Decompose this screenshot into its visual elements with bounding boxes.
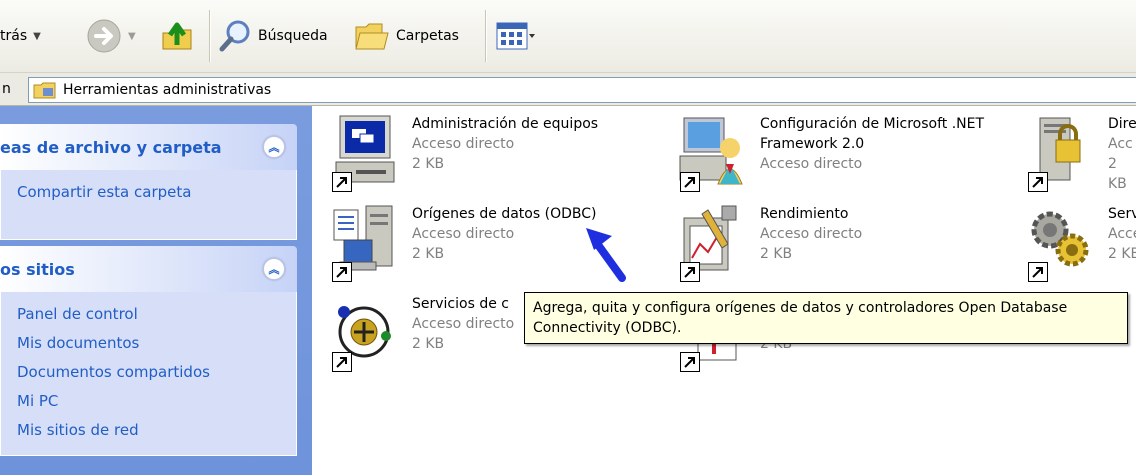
item-size: 2 KB (412, 156, 445, 172)
shortcut-arrow-icon (332, 352, 352, 372)
collapse-icon[interactable]: ︽ (263, 136, 285, 158)
share-folder-link[interactable]: Compartir esta carpeta (1, 178, 296, 207)
tooltip-line1: Agrega, quita y configura orígenes de da… (533, 300, 1068, 316)
panel-body: Compartir esta carpeta (0, 170, 297, 240)
item-size: 2 KB (412, 336, 445, 352)
views-button[interactable] (496, 18, 536, 54)
search-label: Búsqueda (258, 28, 328, 44)
file-list: Administración de equipos Acceso directo… (312, 106, 1136, 475)
annotation-arrow-icon (586, 228, 626, 282)
list-item[interactable]: Dire Acc 2 KB (1026, 114, 1136, 196)
task-pane: eas de archivo y carpeta ︽ Compartir est… (0, 106, 312, 475)
address-bar: n Herramientas administrativas (0, 73, 1136, 106)
item-name-line2: Framework 2.0 (760, 136, 865, 152)
item-name: Administración de equipos (412, 116, 599, 132)
item-name: Rendimiento (760, 206, 849, 222)
shortcut-arrow-icon (1028, 262, 1048, 282)
back-label: trás (0, 28, 28, 44)
shortcut-arrow-icon (680, 262, 700, 282)
item-type: Acceso directo (412, 226, 515, 242)
back-button[interactable]: trás ▼ (0, 18, 41, 54)
sidebar-link-network-places[interactable]: Mis sitios de red (1, 416, 296, 445)
address-path: Herramientas administrativas (63, 82, 272, 98)
shortcut-arrow-icon (680, 352, 700, 372)
list-item[interactable]: Serv Acce 2 KB (1026, 204, 1136, 286)
views-icon (496, 22, 535, 50)
item-name: Dire (1108, 116, 1136, 132)
tooltip: Agrega, quita y configura orígenes de da… (524, 292, 1128, 344)
forward-button[interactable]: ▼ (86, 18, 136, 54)
panel-title: os sitios (0, 260, 75, 279)
item-type: Acceso directo (412, 316, 515, 332)
item-size: 2 KB (1108, 246, 1136, 262)
address-label: n (2, 81, 11, 97)
item-name: Orígenes de datos (ODBC) (412, 206, 597, 222)
shortcut-arrow-icon (1028, 172, 1048, 192)
shortcut-arrow-icon (680, 172, 700, 192)
item-type: Acceso directo (760, 226, 863, 242)
up-folder-button[interactable] (160, 18, 194, 54)
sidebar-link-control-panel[interactable]: Panel de control (1, 300, 296, 329)
item-size: 2 KB (1108, 156, 1127, 192)
up-folder-icon (162, 22, 192, 50)
list-item[interactable]: Administración de equipos Acceso directo… (330, 114, 650, 196)
item-name: Servicios de c (412, 296, 509, 312)
item-size: 2 KB (760, 246, 793, 262)
chevron-down-icon[interactable]: ▼ (128, 31, 136, 42)
address-field[interactable]: Herramientas administrativas (28, 77, 1136, 103)
list-item[interactable]: Rendimiento Acceso directo 2 KB (678, 204, 998, 286)
panel-body: Panel de control Mis documentos Document… (0, 292, 297, 456)
other-places-panel: os sitios ︽ Panel de control Mis documen… (0, 246, 297, 456)
shortcut-arrow-icon (332, 172, 352, 192)
folders-icon (355, 23, 389, 50)
shortcut-arrow-icon (332, 262, 352, 282)
panel-header[interactable]: os sitios ︽ (0, 246, 297, 292)
folders-label: Carpetas (396, 28, 459, 44)
panel-header[interactable]: eas de archivo y carpeta ︽ (0, 124, 297, 170)
sidebar-link-my-computer[interactable]: Mi PC (1, 387, 296, 416)
search-icon (219, 20, 250, 52)
item-name: Configuración de Microsoft .NET (760, 116, 985, 132)
sidebar-link-shared-documents[interactable]: Documentos compartidos (1, 358, 296, 387)
collapse-icon[interactable]: ︽ (263, 258, 285, 280)
forward-arrow-icon (87, 19, 121, 53)
file-folder-tasks-panel: eas de archivo y carpeta ︽ Compartir est… (0, 124, 297, 240)
item-name: Serv (1108, 206, 1136, 222)
list-item[interactable]: Configuración de Microsoft .NET Framewor… (678, 114, 998, 196)
item-type: Acc (1108, 136, 1133, 152)
toolbar: trás ▼ ▼ Búsqueda Carpetas (0, 0, 1136, 73)
item-type: Acce (1108, 226, 1136, 242)
folders-button[interactable]: Carpetas (354, 18, 459, 54)
item-type: Acceso directo (760, 156, 863, 172)
item-type: Acceso directo (412, 136, 515, 152)
chevron-down-icon[interactable]: ▼ (33, 31, 41, 42)
sidebar-link-my-documents[interactable]: Mis documentos (1, 329, 296, 358)
panel-title: eas de archivo y carpeta (0, 138, 222, 157)
item-size: 2 KB (412, 246, 445, 262)
admin-tools-folder-icon (33, 82, 56, 99)
tooltip-line2: Connectivity (ODBC). (533, 320, 682, 336)
search-button[interactable]: Búsqueda (218, 18, 328, 54)
